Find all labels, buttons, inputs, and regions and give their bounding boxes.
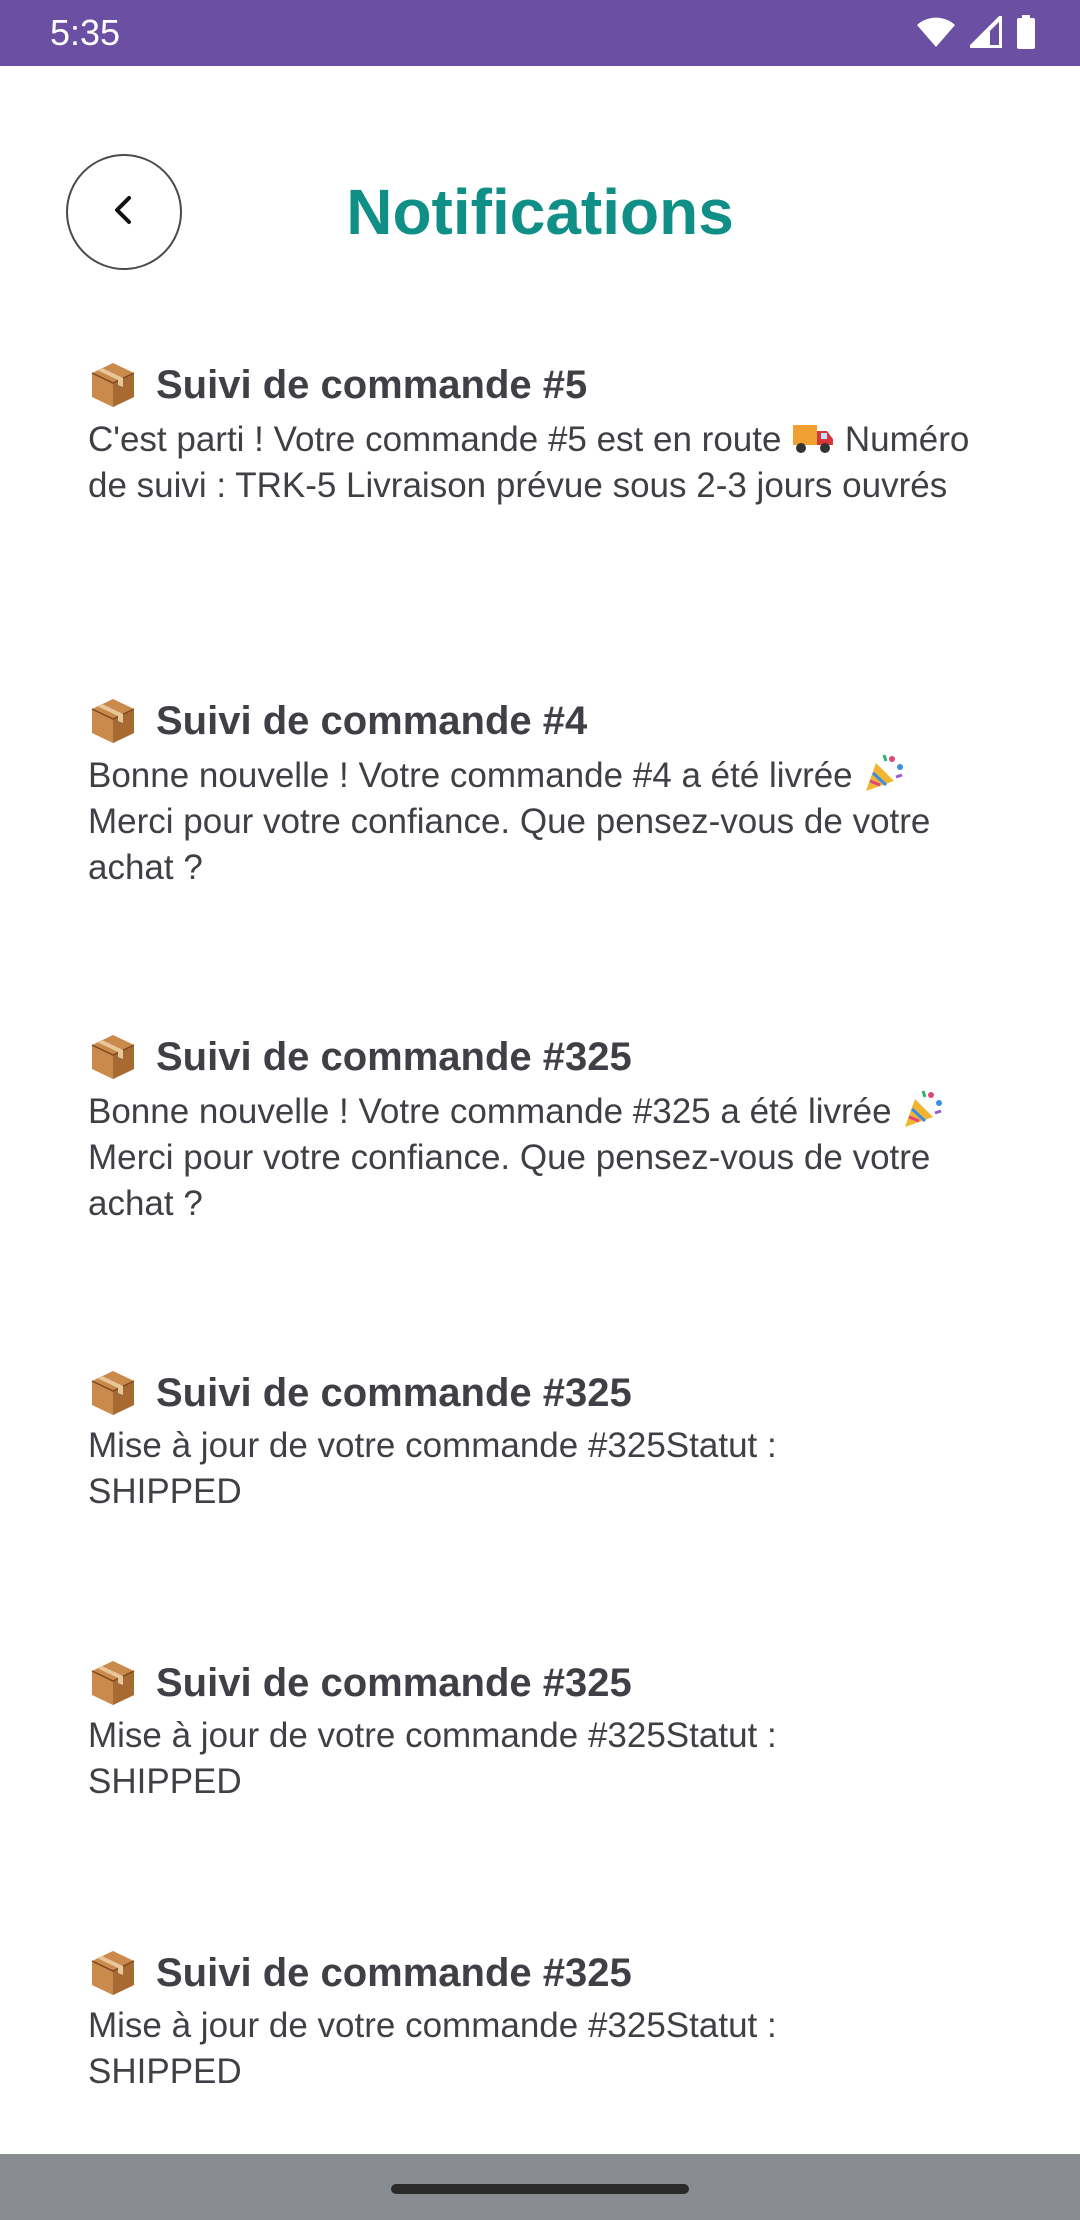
notification-title: Suivi de commande #325 <box>88 1943 992 2003</box>
notification-title-text: Suivi de commande #325 <box>156 1371 632 1415</box>
notification-title-text: Suivi de commande #325 <box>156 1661 632 1705</box>
notification-item[interactable]: Suivi de commande #5 C'est parti ! Votre… <box>0 355 1080 691</box>
notification-body: C'est parti ! Votre commande #5 est en r… <box>88 415 992 509</box>
notification-title-text: Suivi de commande #5 <box>156 363 588 407</box>
notification-list: Suivi de commande #5 C'est parti ! Votre… <box>0 355 1080 2143</box>
notification-title: Suivi de commande #4 <box>88 691 992 751</box>
notification-body-text: Merci pour votre confiance. Que pensez-v… <box>88 1138 931 1223</box>
package-icon <box>88 1032 138 1082</box>
status-icons <box>916 14 1036 50</box>
notification-body-text: Bonne nouvelle ! Votre commande #4 a été… <box>88 756 853 795</box>
truck-icon <box>791 415 835 459</box>
notification-title: Suivi de commande #5 <box>88 355 992 415</box>
navigation-bar <box>0 2154 1080 2220</box>
notification-item[interactable]: Suivi de commande #325 Bonne nouvelle ! … <box>0 1027 1080 1363</box>
notification-body: Mise à jour de votre commande #325Statut… <box>88 1426 777 1511</box>
home-gesture-handle[interactable] <box>391 2184 689 2194</box>
notification-body-text: Bonne nouvelle ! Votre commande #325 a é… <box>88 1092 892 1131</box>
package-icon <box>88 1368 138 1418</box>
notification-body-text: C'est parti ! Votre commande #5 est en r… <box>88 420 782 459</box>
notification-item[interactable]: Suivi de commande #325 Mise à jour de vo… <box>0 1653 1080 1943</box>
notification-title: Suivi de commande #325 <box>88 1027 992 1087</box>
package-icon <box>88 696 138 746</box>
notification-title-text: Suivi de commande #325 <box>156 1951 632 1995</box>
package-icon <box>88 360 138 410</box>
status-time: 5:35 <box>50 12 121 53</box>
notification-title: Suivi de commande #325 <box>88 1653 992 1713</box>
party-popper-icon <box>901 1087 945 1131</box>
notification-title: Suivi de commande #325 <box>88 1363 992 1423</box>
package-icon <box>88 1948 138 1998</box>
notification-item[interactable]: Suivi de commande #325 Mise à jour de vo… <box>0 1363 1080 1653</box>
notification-item[interactable]: Suivi de commande #325 Mise à jour de vo… <box>0 1943 1080 2143</box>
page-title: Notifications <box>346 176 734 248</box>
notification-body: Bonne nouvelle ! Votre commande #4 a été… <box>88 751 992 891</box>
cellular-signal-icon <box>970 16 1002 48</box>
notification-title-text: Suivi de commande #325 <box>156 1035 632 1079</box>
wifi-icon <box>916 16 956 48</box>
header: Notifications <box>0 66 1080 316</box>
notification-title-text: Suivi de commande #4 <box>156 699 588 743</box>
notification-body: Mise à jour de votre commande #325Statut… <box>88 1716 777 1801</box>
package-icon <box>88 1658 138 1708</box>
status-bar: 5:35 <box>0 0 1080 66</box>
battery-icon <box>1016 15 1036 49</box>
notification-item[interactable]: Suivi de commande #4 Bonne nouvelle ! Vo… <box>0 691 1080 1027</box>
party-popper-icon <box>862 751 906 795</box>
notification-body: Mise à jour de votre commande #325Statut… <box>88 2006 777 2091</box>
notification-body: Bonne nouvelle ! Votre commande #325 a é… <box>88 1087 992 1227</box>
notification-body-text: Merci pour votre confiance. Que pensez-v… <box>88 802 931 887</box>
